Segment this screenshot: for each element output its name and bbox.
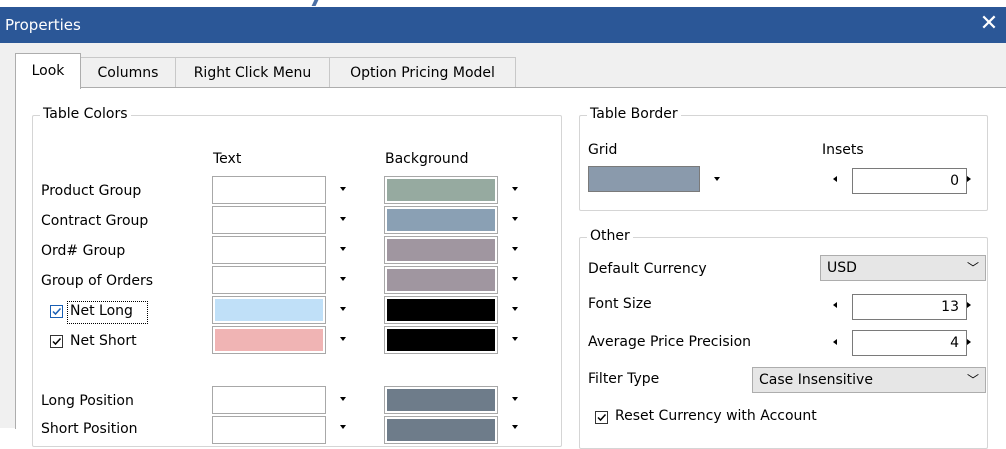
default-currency-select[interactable]: USD ﹀ [820, 255, 986, 281]
insets-input[interactable]: 0 [852, 168, 967, 194]
net-long-background-color[interactable] [384, 296, 498, 324]
net-long-text-color[interactable] [212, 296, 326, 324]
contract-group-background-color[interactable] [384, 206, 498, 234]
font-size-input[interactable]: 13 [852, 294, 967, 320]
short-position-background-color[interactable] [384, 416, 498, 444]
insets-decrement-icon[interactable] [833, 176, 837, 182]
long-position-bg-dropdown-icon[interactable] [512, 397, 518, 401]
group-of-orders-bg-dropdown-icon[interactable] [512, 277, 518, 281]
tab-columns[interactable]: Columns [80, 57, 176, 88]
text-column-header: Text [213, 151, 242, 167]
table-border-group: Table Border [579, 106, 988, 211]
product-group-bg-dropdown-icon[interactable] [512, 187, 518, 191]
row-label-long-position: Long Position [41, 393, 134, 409]
table-colors-title: Table Colors [40, 106, 131, 122]
average-price-precision-label: Average Price Precision [588, 334, 752, 350]
filter-type-value: Case Insensitive [759, 372, 873, 388]
precision-increment-icon[interactable] [967, 339, 971, 345]
grid-color-swatch[interactable] [588, 166, 700, 192]
font-size-label: Font Size [588, 296, 652, 312]
row-label-net-short: Net Short [70, 333, 137, 349]
default-currency-value: USD [827, 260, 857, 276]
ord-group-background-color[interactable] [384, 236, 498, 264]
ord-group-bg-dropdown-icon[interactable] [512, 247, 518, 251]
reset-currency-checkbox[interactable] [595, 411, 608, 424]
product-group-text-dropdown-icon[interactable] [340, 187, 346, 191]
net-short-text-color[interactable] [212, 326, 326, 354]
font-size-decrement-icon[interactable] [833, 302, 837, 308]
net-long-bg-dropdown-icon[interactable] [512, 307, 518, 311]
long-position-text-color[interactable] [212, 386, 326, 414]
net-short-bg-dropdown-icon[interactable] [512, 337, 518, 341]
short-position-bg-dropdown-icon[interactable] [512, 425, 518, 429]
row-label-product-group: Product Group [41, 183, 142, 199]
product-group-text-color[interactable] [212, 176, 326, 204]
chevron-down-icon: ﹀ [966, 261, 979, 275]
window-title: Properties [5, 16, 81, 34]
default-currency-label: Default Currency [588, 261, 707, 277]
precision-decrement-icon[interactable] [833, 339, 837, 345]
insets-increment-icon[interactable] [967, 176, 971, 182]
tab-look[interactable]: Look [15, 53, 81, 89]
contract-group-bg-dropdown-icon[interactable] [512, 217, 518, 221]
tab-option-pricing-model[interactable]: Option Pricing Model [329, 57, 516, 88]
filter-type-select[interactable]: Case Insensitive ﹀ [752, 367, 986, 393]
font-size-increment-icon[interactable] [967, 302, 971, 308]
tab-right-click-menu[interactable]: Right Click Menu [175, 57, 330, 88]
grid-label: Grid [588, 142, 618, 158]
group-of-orders-background-color[interactable] [384, 266, 498, 294]
group-of-orders-text-color[interactable] [212, 266, 326, 294]
net-long-checkbox[interactable] [50, 305, 63, 318]
ord-group-text-color[interactable] [212, 236, 326, 264]
background-column-header: Background [385, 151, 469, 167]
contract-group-text-color[interactable] [212, 206, 326, 234]
top-strip [0, 0, 1006, 7]
filter-type-label: Filter Type [588, 371, 660, 387]
net-short-text-dropdown-icon[interactable] [340, 337, 346, 341]
precision-input[interactable]: 4 [852, 330, 967, 356]
insets-label: Insets [822, 142, 864, 158]
short-position-text-dropdown-icon[interactable] [340, 425, 346, 429]
long-position-background-color[interactable] [384, 386, 498, 414]
net-short-background-color[interactable] [384, 326, 498, 354]
row-label-group-of-orders: Group of Orders [41, 273, 154, 289]
chevron-down-icon: ﹀ [966, 373, 979, 387]
row-label-short-position: Short Position [41, 421, 138, 437]
net-long-text-dropdown-icon[interactable] [340, 307, 346, 311]
net-short-checkbox[interactable] [50, 335, 63, 348]
ord-group-text-dropdown-icon[interactable] [340, 247, 346, 251]
row-label-ord-group: Ord# Group [41, 243, 126, 259]
close-icon[interactable]: ✕ [976, 13, 1002, 37]
top-strip-mark [311, 0, 319, 6]
table-border-title: Table Border [587, 106, 681, 122]
row-label-net-long: Net Long [70, 303, 133, 319]
other-title: Other [587, 228, 633, 244]
long-position-text-dropdown-icon[interactable] [340, 397, 346, 401]
row-label-contract-group: Contract Group [41, 213, 149, 229]
group-of-orders-text-dropdown-icon[interactable] [340, 277, 346, 281]
short-position-text-color[interactable] [212, 416, 326, 444]
product-group-background-color[interactable] [384, 176, 498, 204]
contract-group-text-dropdown-icon[interactable] [340, 217, 346, 221]
reset-currency-label: Reset Currency with Account [615, 408, 817, 424]
title-bar: Properties ✕ [0, 7, 1006, 43]
grid-color-dropdown-icon[interactable] [714, 177, 720, 181]
